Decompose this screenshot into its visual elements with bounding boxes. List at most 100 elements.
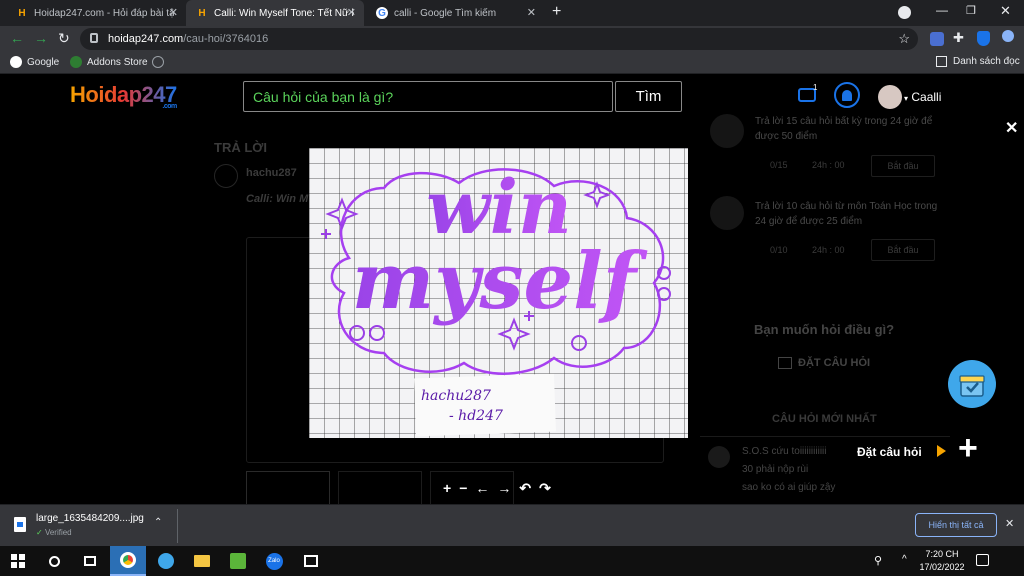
close-tab-icon[interactable]: ✕ xyxy=(527,6,536,19)
answer-heading: TRẢ LỜI xyxy=(214,140,267,155)
download-filename[interactable]: large_1635484209....jpg xyxy=(36,513,144,524)
rotate-left-icon[interactable]: ↶ xyxy=(519,480,531,498)
chrome-taskbar-icon[interactable] xyxy=(110,546,146,576)
tab-search-icon[interactable] xyxy=(898,6,911,19)
lettering-line-2: myself xyxy=(352,236,648,327)
app-green-icon[interactable] xyxy=(220,546,256,576)
reload-icon[interactable]: ↻ xyxy=(58,30,70,47)
browser-tab-strip: H Hoidap247.com - Hỏi đáp bài tập ✕ H Ca… xyxy=(0,0,1024,26)
google-icon xyxy=(10,56,22,68)
check-icon: ✓ xyxy=(36,528,43,537)
rotate-right-icon[interactable]: ↷ xyxy=(539,480,551,498)
google-favicon-icon: G xyxy=(376,7,388,19)
ask-question-link[interactable]: ĐẶT CÂU HỎI xyxy=(778,357,871,370)
tab-title: Calli: Win Myself Tone: Tết Nữ ko xyxy=(214,7,354,19)
hoidap-favicon-icon: H xyxy=(18,7,26,19)
answerer-name[interactable]: hachu287 xyxy=(246,167,297,179)
bookmark-google[interactable]: Google xyxy=(10,56,59,68)
bell-icon xyxy=(842,89,852,101)
viewer-photo: win myself hachu287 - hd247 xyxy=(309,148,688,438)
zoom-out-icon[interactable]: − xyxy=(459,480,467,498)
ask-heading: Bạn muốn hỏi điều gì? xyxy=(754,322,895,337)
new-tab-plus-icon[interactable]: + xyxy=(552,3,561,21)
play-arrow-icon xyxy=(937,445,946,457)
tab-hoidap247[interactable]: H Hoidap247.com - Hỏi đáp bài tập ✕ xyxy=(6,0,186,26)
task2-time: 24h : 00 xyxy=(812,245,845,255)
newest-question-3: sao ko có ai giúp zậy xyxy=(742,482,836,493)
back-arrow-icon[interactable]: ← xyxy=(10,30,24,46)
task1-start-button[interactable]: Bắt đầu xyxy=(871,155,935,177)
add-question-plus-icon[interactable]: + xyxy=(958,431,978,465)
lettering-photo-image: win myself hachu287 - hd247 xyxy=(309,148,688,438)
url-path: /cau-hoi/3764016 xyxy=(183,33,269,45)
close-download-bar-icon[interactable]: ✕ xyxy=(1005,517,1014,530)
close-viewer-icon[interactable]: ✕ xyxy=(1005,118,1018,138)
action-center-icon[interactable] xyxy=(976,554,989,566)
question-icon xyxy=(778,357,792,370)
tab-google-search[interactable]: G calli - Google Tìm kiếm ✕ xyxy=(366,0,544,26)
logo-text: Hoidap247 xyxy=(70,82,177,107)
zoom-in-icon[interactable]: + xyxy=(443,480,451,498)
extensions-puzzle-icon[interactable]: ✚ xyxy=(953,30,964,46)
chevron-down-icon: ▾ xyxy=(904,94,909,103)
asker-avatar xyxy=(708,446,730,468)
notification-count: 1 xyxy=(813,83,818,92)
forward-arrow-icon[interactable]: → xyxy=(34,30,48,46)
minimize-window-icon[interactable]: — xyxy=(936,3,948,17)
tab-calli-question[interactable]: H Calli: Win Myself Tone: Tết Nữ ko ✕ xyxy=(186,0,364,26)
bookmark-label: Addons Store xyxy=(87,56,148,68)
clock-time: 7:20 CH xyxy=(925,549,959,559)
viewer-toolbar: + − ← → ↶ ↷ xyxy=(443,480,551,498)
close-tab-icon[interactable]: ✕ xyxy=(169,6,178,19)
reading-list-button[interactable]: Danh sách đọc xyxy=(936,56,1020,67)
site-logo[interactable]: Hoidap247 .com xyxy=(70,82,177,110)
bookmark-star-icon[interactable]: ☆ xyxy=(898,31,910,47)
zalo-icon[interactable]: Zalo xyxy=(256,546,292,576)
ask-question-float-label[interactable]: Đặt câu hỏi xyxy=(857,445,922,459)
newest-question-1[interactable]: S.O.S cứu toiiiiiiiiiiii xyxy=(742,446,827,457)
ask-button-label: ĐẶT CÂU HỎI xyxy=(798,357,871,369)
user-avatar[interactable] xyxy=(878,85,902,109)
task2-progress: 0/10 xyxy=(770,245,788,255)
restore-window-icon[interactable]: ❐ xyxy=(966,4,976,17)
newest-question-2: 30 phải nộp rùi xyxy=(742,464,809,475)
file-image-icon xyxy=(14,517,26,532)
profile-avatar-icon[interactable] xyxy=(1002,30,1014,42)
task-icon xyxy=(710,114,744,148)
next-arrow-icon[interactable]: → xyxy=(497,480,511,498)
gift-float-button[interactable] xyxy=(948,360,996,408)
search-icon[interactable] xyxy=(36,546,72,576)
notifications-bell-button[interactable] xyxy=(834,82,860,108)
search-button[interactable]: Tìm xyxy=(615,81,682,112)
close-window-icon[interactable]: ✕ xyxy=(1000,3,1011,19)
hoidap-favicon-icon: H xyxy=(198,7,206,19)
close-tab-icon[interactable]: ✕ xyxy=(347,6,356,19)
thumbnail-2[interactable] xyxy=(338,471,422,504)
task-view-icon[interactable] xyxy=(72,546,108,576)
file-explorer-icon[interactable] xyxy=(184,546,220,576)
user-menu[interactable]: ▾ Caalli xyxy=(904,90,941,104)
thumbnail-1[interactable] xyxy=(246,471,330,504)
tab-title: calli - Google Tìm kiếm xyxy=(394,7,497,19)
windows-start-icon[interactable] xyxy=(0,546,36,576)
bookmarks-bar: Google Addons Store Danh sách đọc xyxy=(0,52,1024,74)
tray-chevron-up-icon[interactable]: ^ xyxy=(902,554,907,565)
bookmark-addons-store[interactable]: Addons Store xyxy=(70,56,148,68)
media-player-icon[interactable] xyxy=(148,546,184,576)
address-bar[interactable]: hoidap247.com/cau-hoi/3764016 ☆ xyxy=(80,28,918,50)
download-bar: large_1635484209....jpg ✓ Verified ⌃ Hiể… xyxy=(0,504,1024,546)
clock[interactable]: 7:20 CH 17/02/2022 xyxy=(916,546,968,576)
show-all-downloads-button[interactable]: Hiển thị tất cả xyxy=(915,513,997,537)
people-icon[interactable]: ⚲ xyxy=(874,554,882,567)
browser-toolbar: ← → ↻ hoidap247.com/cau-hoi/3764016 ☆ ✚ xyxy=(0,26,1024,52)
task1-progress: 0/15 xyxy=(770,160,788,170)
globe-icon[interactable] xyxy=(152,56,164,68)
shield-extension-icon[interactable] xyxy=(977,31,990,46)
search-input[interactable]: Câu hỏi của bạn là gì? xyxy=(243,81,613,112)
previous-arrow-icon[interactable]: ← xyxy=(475,480,489,498)
photos-app-icon[interactable] xyxy=(293,546,329,576)
chevron-up-icon[interactable]: ⌃ xyxy=(154,517,162,528)
task2-start-button[interactable]: Bắt đầu xyxy=(871,239,935,261)
divider xyxy=(177,509,178,543)
extension-translate-icon[interactable] xyxy=(930,32,944,46)
